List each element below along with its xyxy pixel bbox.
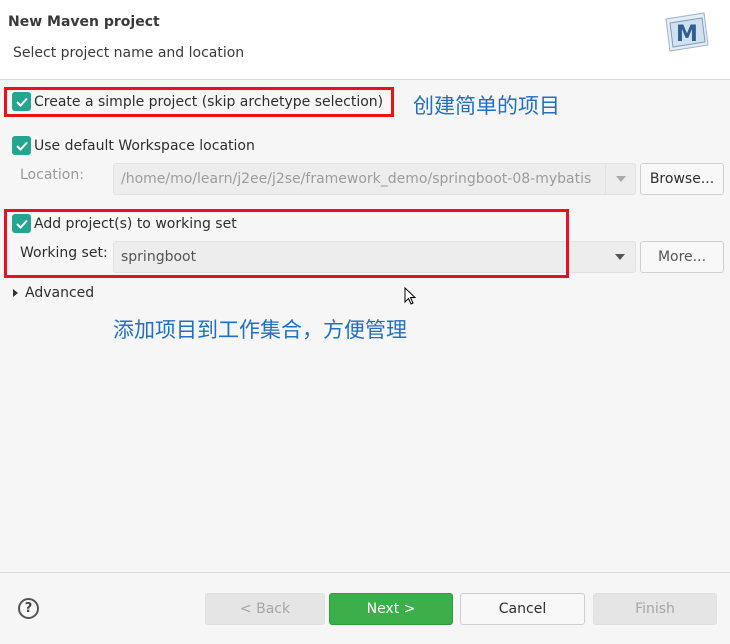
advanced-label: Advanced bbox=[25, 285, 95, 301]
finish-button[interactable]: Finish bbox=[593, 593, 717, 625]
checkmark-icon bbox=[15, 141, 28, 151]
annotation-simple-project: 创建简单的项目 bbox=[413, 94, 560, 118]
advanced-section-toggle[interactable]: Advanced bbox=[13, 285, 94, 301]
maven-logo-letter: M bbox=[676, 22, 698, 47]
maven-m-icon: M bbox=[665, 12, 709, 52]
location-dropdown-icon[interactable] bbox=[605, 164, 635, 194]
annotation-working-set: 添加项目到工作集合，方便管理 bbox=[113, 318, 407, 342]
default-workspace-checkbox[interactable] bbox=[12, 136, 31, 155]
default-workspace-option[interactable]: Use default Workspace location bbox=[12, 136, 255, 155]
location-value: /home/mo/learn/j2ee/j2se/framework_demo/… bbox=[121, 171, 592, 187]
next-button[interactable]: Next > bbox=[329, 593, 453, 625]
default-workspace-label: Use default Workspace location bbox=[34, 137, 255, 154]
highlight-box-simple-project bbox=[4, 87, 394, 117]
highlight-box-working-set bbox=[4, 209, 569, 278]
working-set-dropdown-icon[interactable] bbox=[605, 242, 635, 272]
expand-arrow-icon bbox=[13, 289, 18, 297]
dialog-title: New Maven project bbox=[8, 14, 160, 30]
help-icon[interactable]: ? bbox=[18, 598, 39, 619]
browse-button[interactable]: Browse... bbox=[640, 163, 724, 195]
back-button[interactable]: < Back bbox=[205, 593, 325, 625]
footer-separator bbox=[0, 572, 730, 573]
cancel-button[interactable]: Cancel bbox=[460, 593, 585, 625]
location-combo[interactable]: /home/mo/learn/j2ee/j2se/framework_demo/… bbox=[113, 163, 636, 195]
more-button[interactable]: More... bbox=[640, 241, 724, 273]
mouse-cursor-icon bbox=[404, 287, 417, 305]
location-label: Location: bbox=[20, 167, 84, 183]
dialog-header: New Maven project Select project name an… bbox=[0, 0, 730, 80]
dialog-subtitle: Select project name and location bbox=[13, 45, 245, 61]
